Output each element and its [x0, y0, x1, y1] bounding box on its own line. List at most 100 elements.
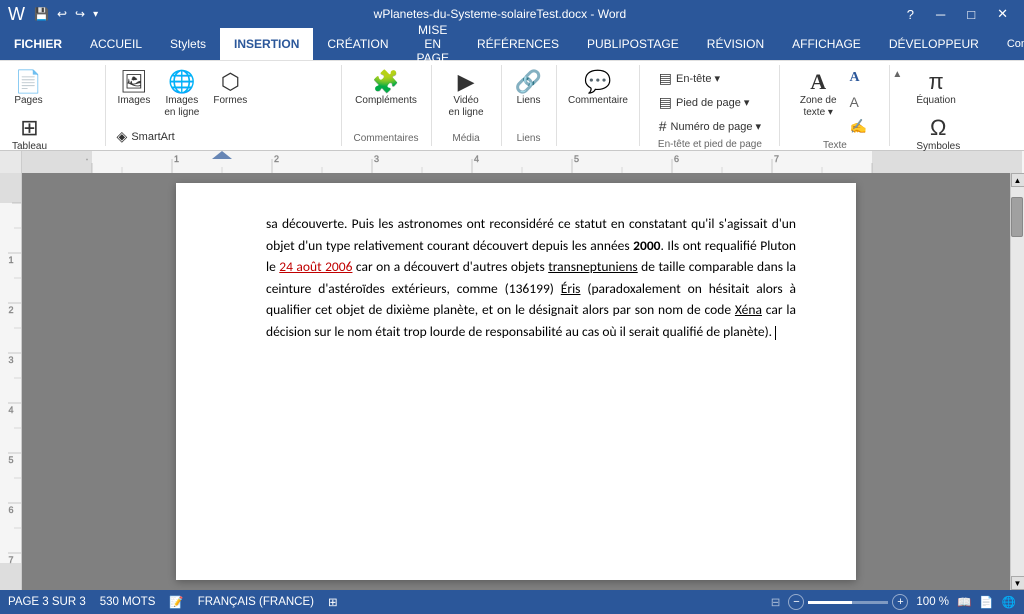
tab-fichier[interactable]: FICHIER: [0, 28, 76, 60]
images-en-ligne-button[interactable]: 🌐 Imagesen ligne: [158, 67, 205, 123]
equation-label: Équation: [916, 95, 955, 107]
paragraph-1: sa découverte. Puis les astronomes ont r…: [266, 213, 796, 343]
svg-text:3: 3: [8, 355, 13, 365]
main-area: 1 2 3 4 5 6 7: [0, 173, 1024, 590]
word-logo-icon: W: [8, 4, 25, 25]
svg-text:1: 1: [8, 255, 13, 265]
group-illustrations: 🖼 Images 🌐 Imagesen ligne ⬡ Formes ◈ Sma…: [106, 65, 342, 146]
tab-references[interactable]: RÉFÉRENCES: [463, 28, 573, 60]
group-tableaux-items: 📄 Pages ⊞ Tableau: [6, 67, 99, 157]
page-count[interactable]: PAGE 3 SUR 3: [8, 596, 86, 608]
accessibility-icon: ⊟: [771, 595, 781, 609]
commentaire-label: Commentaire: [568, 95, 628, 107]
spell-check-icon[interactable]: 📝: [169, 595, 183, 609]
equation-button[interactable]: π Équation: [910, 67, 961, 111]
scrollbar-vertical[interactable]: ▲ ▼: [1010, 173, 1024, 590]
svg-text:6: 6: [8, 505, 13, 515]
scroll-thumb[interactable]: [1011, 197, 1023, 237]
scroll-track[interactable]: [1011, 187, 1024, 576]
formes-button[interactable]: ⬡ Formes: [207, 67, 253, 111]
zone-texte-button[interactable]: A Zone detexte ▾: [794, 67, 843, 123]
ribbon-collapse[interactable]: ▲: [890, 65, 904, 146]
document-page: sa découverte. Puis les astronomes ont r…: [176, 183, 856, 580]
date-text: 24 août 2006: [279, 258, 352, 275]
smartart-button[interactable]: ◈ SmartArt: [112, 125, 195, 148]
svg-text:5: 5: [8, 455, 13, 465]
numero-page-label: Numéro de page ▾: [671, 120, 762, 133]
smartart-label: SmartArt: [131, 131, 174, 143]
restore-button[interactable]: □: [959, 5, 983, 24]
svg-text:7: 7: [8, 555, 13, 565]
document-text[interactable]: sa découverte. Puis les astronomes ont r…: [266, 213, 796, 343]
tab-insertion[interactable]: INSERTION: [220, 28, 313, 60]
pied-de-page-button[interactable]: ▤ Pied de page ▾: [654, 91, 766, 114]
tab-mise-en-page[interactable]: MISE EN PAGE: [403, 28, 463, 60]
ribbon: FICHIER ACCUEIL Stylets INSERTION CRÉATI…: [0, 28, 1024, 151]
lettrine-button[interactable]: A: [845, 91, 876, 113]
complements-label: Compléments: [355, 95, 417, 107]
tab-stylets[interactable]: Stylets: [156, 28, 220, 60]
zoom-out-button[interactable]: −: [788, 594, 804, 610]
undo-button[interactable]: ↩: [54, 5, 70, 23]
zoom-slider[interactable]: − + 100 %: [788, 594, 949, 610]
tab-revision[interactable]: RÉVISION: [693, 28, 778, 60]
numero-page-button[interactable]: # Numéro de page ▾: [654, 115, 766, 137]
pages-icon: 📄: [15, 71, 42, 93]
symboles-icon: Ω: [930, 117, 946, 139]
smartart-icon: ◈: [117, 128, 128, 145]
video-en-ligne-button[interactable]: ▶ Vidéoen ligne: [443, 67, 490, 123]
bold-2000: 2000: [633, 237, 660, 254]
tab-creation[interactable]: CRÉATION: [313, 28, 402, 60]
track-changes-icon[interactable]: ⊞: [328, 595, 338, 609]
images-icon: 🖼: [120, 71, 148, 93]
group-media: ▶ Vidéoen ligne Média: [432, 65, 502, 146]
group-entete: ▤ En-tête ▾ ▤ Pied de page ▾ # Numéro de…: [640, 65, 780, 146]
images-label: Images: [118, 95, 151, 107]
zoom-level[interactable]: 100 %: [916, 596, 949, 608]
scroll-up-button[interactable]: ▲: [1011, 173, 1024, 187]
ribbon-tabs: FICHIER ACCUEIL Stylets INSERTION CRÉATI…: [0, 28, 1024, 60]
zoom-in-button[interactable]: +: [892, 594, 908, 610]
help-button[interactable]: ?: [899, 5, 922, 24]
liens-label: Liens: [517, 95, 541, 107]
quick-access-more-button[interactable]: ▾: [90, 7, 101, 22]
wordart-icon: A: [850, 70, 860, 86]
ruler-corner: [0, 151, 22, 173]
xena-text: Xéna: [735, 301, 762, 318]
word-count[interactable]: 530 MOTS: [100, 596, 156, 608]
group-texte: A Zone detexte ▾ A A ✍ Texte: [780, 65, 890, 146]
svg-text:1: 1: [174, 154, 179, 164]
wordart-button[interactable]: A: [845, 67, 876, 89]
complements-button[interactable]: 🧩 Compléments: [349, 67, 423, 111]
view-web-icon[interactable]: 🌐: [1002, 595, 1016, 609]
view-read-icon[interactable]: 📖: [957, 595, 971, 609]
group-symboles-items: π Équation Ω Symboles: [910, 67, 1018, 157]
tab-developpeur[interactable]: DÉVELOPPEUR: [875, 28, 993, 60]
en-tete-button[interactable]: ▤ En-tête ▾: [654, 67, 766, 90]
view-print-icon[interactable]: 📄: [979, 595, 993, 609]
language[interactable]: FRANÇAIS (FRANCE): [198, 596, 314, 608]
title-bar-left: W 💾 ↩ ↪ ▾: [8, 4, 101, 25]
liens-button[interactable]: 🔗 Liens: [509, 67, 549, 111]
close-button[interactable]: ✕: [989, 4, 1016, 24]
save-button[interactable]: 💾: [31, 5, 52, 23]
ligne-signature-button[interactable]: ✍: [845, 115, 876, 138]
ribbon-collapse-button[interactable]: ▲: [892, 69, 902, 80]
tab-publipostage[interactable]: PUBLIPOSTAGE: [573, 28, 693, 60]
lettrine-icon: A: [850, 94, 859, 110]
images-button[interactable]: 🖼 Images: [112, 67, 157, 111]
redo-button[interactable]: ↪: [72, 5, 88, 23]
commentaire-button[interactable]: 💬 Commentaire: [562, 67, 634, 111]
zoom-bar-fill: [808, 601, 852, 604]
tab-connect[interactable]: Conne...: [993, 28, 1024, 60]
tab-affichage[interactable]: AFFICHAGE: [778, 28, 875, 60]
svg-text:2: 2: [8, 305, 13, 315]
group-media-items: ▶ Vidéoen ligne: [443, 67, 490, 131]
document-area[interactable]: sa découverte. Puis les astronomes ont r…: [22, 173, 1010, 590]
tableau-icon: ⊞: [20, 117, 38, 139]
minimize-button[interactable]: ─: [928, 5, 953, 24]
tab-accueil[interactable]: ACCUEIL: [76, 28, 156, 60]
pages-button[interactable]: 📄 Pages: [6, 67, 51, 111]
group-complements: 🧩 Compléments Commentaires: [342, 65, 432, 146]
scroll-down-button[interactable]: ▼: [1011, 576, 1024, 590]
